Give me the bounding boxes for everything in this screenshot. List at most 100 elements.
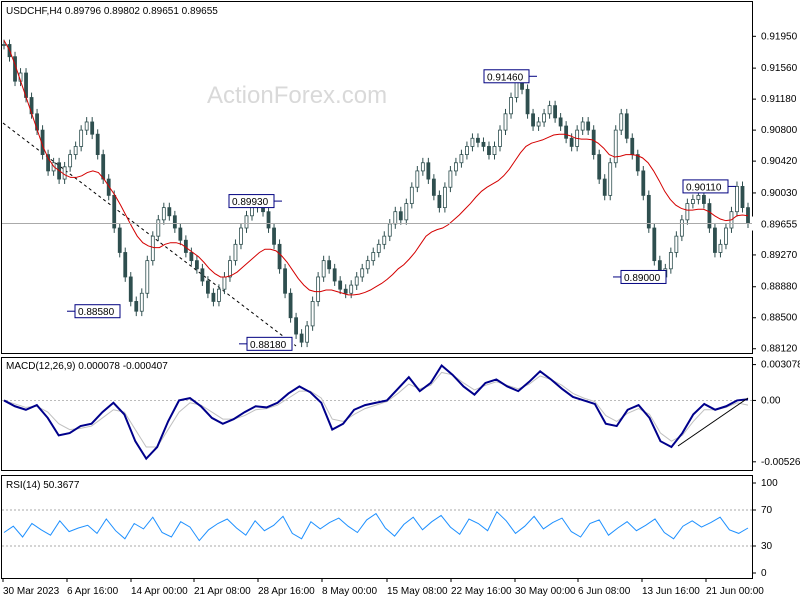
candle-body [668,252,673,270]
candle-body [586,121,591,131]
x-tick-label: 15 May 08:00 [387,586,448,597]
watermark: ActionForex.com [207,82,387,109]
candle-body [558,117,563,127]
candle-body [454,162,458,172]
candle-body [239,227,243,245]
x-tick-label: 28 Apr 16:00 [258,586,315,597]
macd-tick-label: 0.003078 [761,360,800,371]
macd-tick-label: 0.00 [761,395,781,406]
candle-body [564,125,569,139]
candle-body [442,186,447,209]
candle-body [299,333,304,343]
candle-body [476,137,480,143]
candle-body [228,260,232,278]
rsi-panel-title: RSI(14) 50.3677 [6,480,80,491]
candle-body [630,137,635,155]
candle-body [217,288,221,302]
candle-body [690,199,695,204]
candle-body [398,211,403,221]
candle-body [702,194,706,204]
candle-body [685,203,690,221]
candle-body [277,243,282,270]
candle-body [194,260,199,270]
candle-body [674,235,679,253]
candle-body [244,215,249,229]
candle-body [139,292,144,312]
macd-axis: 0.003078 0.00 -0.005268 [2,360,800,468]
rsi-tick-label: 0 [761,568,767,579]
price-tick-label: 0.90030 [761,188,798,199]
macd-tick-label: -0.005268 [761,457,800,468]
candle-body [415,170,420,188]
candle-body [200,268,205,282]
candle-body [580,121,585,131]
x-tick-label: 21 Jun 00:00 [706,586,764,597]
candle-body [608,162,613,196]
rsi-line [3,510,749,542]
candle-body [487,146,491,155]
candle-body [619,113,624,131]
candle-body [189,252,194,262]
candle-body [371,252,376,262]
candle-body [569,137,574,147]
candle-body [68,154,73,168]
candle-body [437,194,442,209]
macd-panel-title: MACD(12,26,9) 0.000078 -0.000407 [6,361,168,372]
candle-body [492,146,497,155]
price-tick-label: 0.89270 [761,250,798,261]
candle-body [602,178,607,196]
candle-body [332,268,337,282]
candle-body [90,121,95,135]
price-tick-label: 0.90420 [761,156,798,167]
candle-body [73,146,78,155]
candle-body [167,207,172,217]
candle-body [718,243,723,253]
candle-body [481,141,486,147]
price-annotation-label: 0.91460 [487,72,524,83]
candle-body [503,113,508,131]
macd-signal-line [3,371,749,448]
price-annotation-label: 0.88580 [78,307,115,318]
candle-body [327,260,332,270]
rsi-panel-frame [1,475,753,579]
candle-body [305,325,310,343]
price-tick-label: 0.90800 [761,125,798,136]
rsi-tick-label: 70 [761,505,773,516]
x-tick-label: 6 Jun 08:00 [578,586,631,597]
candle-body [387,223,392,237]
x-tick-label: 14 Apr 00:00 [131,586,188,597]
candle-body [338,280,343,290]
candle-body [448,170,453,188]
candle-body [536,121,541,127]
price-tick-label: 0.91180 [761,94,797,105]
rsi-tick-label: 100 [761,478,778,489]
macd-main-line [3,363,749,461]
candle-body [161,207,166,221]
candle-body [404,203,409,221]
candle-body [117,227,122,253]
candle-body [343,288,348,294]
candle-body [156,219,161,237]
candle-body [2,44,6,46]
price-panel-title: USDCHF,H4 0.89796 0.89802 0.89651 0.8965… [6,6,218,17]
candle-body [316,276,321,302]
candle-body [365,260,370,270]
candle-body [349,284,354,294]
candle-body [288,292,293,319]
candle-body [409,186,414,204]
candle-body [459,154,464,164]
candle-body [360,268,365,278]
candle-body [62,166,67,180]
candle-body [354,276,359,286]
candle-body [272,227,276,245]
candle-body [310,301,315,327]
candle-body [740,186,745,209]
x-tick-label: 21 Apr 08:00 [194,586,251,597]
x-axis: 30 Mar 2023 6 Apr 16:00 14 Apr 00:00 21 Apr… [2,578,764,597]
price-panel-frame [1,1,753,354]
candle-body [641,170,646,196]
candle-body [591,129,596,155]
rsi-series [3,510,749,542]
x-tick-label: 8 May 00:00 [322,586,377,597]
price-axis: 0.91950 0.91560 0.91180 0.90800 0.90420 0.900… [752,31,798,355]
